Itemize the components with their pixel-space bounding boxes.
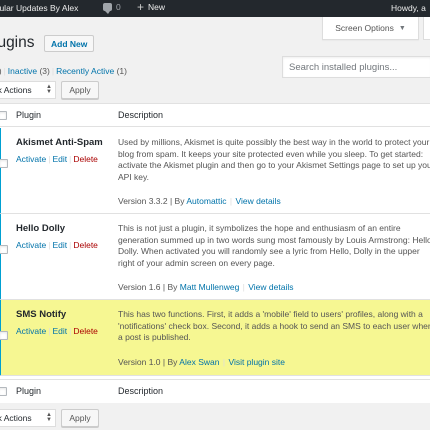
delete-link[interactable]: Delete: [73, 326, 98, 336]
view-details-link[interactable]: View details: [236, 196, 281, 206]
table-row: Hello Dolly Activate | Edit | Delete This is…: [0, 214, 430, 300]
help-tab[interactable]: [423, 17, 430, 40]
plus-icon: +: [137, 0, 145, 14]
screen-options-button[interactable]: Screen Options ▼: [322, 17, 419, 40]
new-content-link[interactable]: + New: [137, 0, 166, 14]
table-footer: Plugin Description: [0, 379, 430, 402]
row-checkbox[interactable]: [0, 159, 8, 168]
all-count: 3): [0, 66, 2, 76]
column-plugin-footer: Plugin: [16, 386, 42, 396]
plugin-meta: Version 1.6 | By Matt Mullenweg | View d…: [118, 282, 294, 292]
apply-button-top[interactable]: Apply: [61, 81, 99, 99]
select-arrows-icon: ▲ ▼: [46, 412, 52, 423]
row-actions: Activate | Edit | Delete: [16, 240, 98, 250]
plugin-description: Used by millions, Akismet is quite possi…: [118, 137, 430, 182]
row-actions: Activate | Edit | Delete: [16, 326, 98, 336]
view-details-link[interactable]: View details: [248, 282, 293, 292]
comments-link[interactable]: 0: [103, 2, 121, 14]
plugin-name: Hello Dolly: [16, 223, 66, 234]
table-header: Plugin Description: [0, 104, 430, 127]
plugin-version: Version 1.0 | By: [118, 357, 178, 367]
plugin-status-filters: 3)|Inactive (3)|Recently Active (1): [0, 66, 127, 76]
bulk-actions-select-bottom[interactable]: ulk Actions ▲▼: [0, 409, 56, 427]
apply-button-bottom[interactable]: Apply: [61, 409, 99, 427]
new-label: New: [148, 2, 166, 12]
delete-link[interactable]: Delete: [73, 154, 98, 164]
admin-bar: egular Updates By Alex 0 + New Howdy, a: [0, 0, 430, 17]
site-name-link[interactable]: egular Updates By Alex: [0, 3, 78, 13]
recent-count: (1): [116, 66, 127, 76]
edit-link[interactable]: Edit: [52, 240, 67, 250]
select-arrows-icon: ▲ ▼: [46, 84, 52, 95]
edit-link[interactable]: Edit: [52, 154, 67, 164]
row-checkbox[interactable]: [0, 245, 8, 254]
page-title: lugins: [0, 34, 35, 51]
activate-link[interactable]: Activate: [16, 154, 46, 164]
delete-link[interactable]: Delete: [73, 240, 98, 250]
select-all-checkbox[interactable]: [0, 111, 7, 120]
select-all-checkbox-footer[interactable]: [0, 387, 7, 396]
author-link[interactable]: Automattic: [186, 196, 226, 206]
plugin-description: This is not just a plugin, it symbolizes…: [118, 223, 430, 268]
activate-link[interactable]: Activate: [16, 326, 46, 336]
plugin-version: Version 3.3.2 | By: [118, 196, 185, 206]
plugin-version: Version 1.6 | By: [118, 282, 178, 292]
search-plugins-input[interactable]: Search installed plugins...: [282, 56, 430, 78]
filter-recently-active-link[interactable]: Recently Active: [56, 66, 114, 76]
column-plugin-header: Plugin: [16, 110, 42, 120]
row-actions: Activate | Edit | Delete: [16, 154, 98, 164]
row-checkbox[interactable]: [0, 331, 8, 340]
plugin-description: This has two functions. First, it adds a…: [118, 309, 430, 342]
plugin-name: SMS Notify: [16, 309, 67, 320]
activate-link[interactable]: Activate: [16, 240, 46, 250]
add-new-button[interactable]: Add New: [44, 35, 95, 52]
column-description-footer: Description: [118, 386, 164, 396]
visit-plugin-site-link[interactable]: Visit plugin site: [228, 357, 285, 367]
comment-bubble-icon: [103, 3, 112, 14]
table-row: Akismet Anti-Spam Activate | Edit | Delete U…: [0, 128, 430, 214]
bulk-actions-select-top[interactable]: ulk Actions ▲▼: [0, 81, 56, 99]
column-description-header: Description: [118, 110, 164, 120]
plugin-meta: Version 3.3.2 | By Automattic | View det…: [118, 196, 281, 206]
plugins-table: Plugin Description Akismet Anti-Spam Act…: [0, 103, 430, 403]
inactive-count: (3): [39, 66, 50, 76]
table-row-highlighted: SMS Notify Activate | Edit | Delete This has…: [0, 300, 430, 376]
dropdown-arrow-icon: ▼: [398, 24, 406, 32]
author-link[interactable]: Alex Swan: [179, 357, 219, 367]
plugin-name: Akismet Anti-Spam: [16, 137, 103, 148]
filter-inactive-link[interactable]: Inactive: [8, 66, 37, 76]
bulk-actions-label: ulk Actions: [0, 413, 32, 423]
author-link[interactable]: Matt Mullenweg: [180, 282, 240, 292]
edit-link[interactable]: Edit: [52, 326, 67, 336]
screen-options-label: Screen Options: [335, 23, 394, 33]
bulk-actions-label: ulk Actions: [0, 85, 32, 95]
plugin-meta: Version 1.0 | By Alex Swan | Visit plugi…: [118, 357, 285, 367]
comments-count: 0: [116, 2, 121, 12]
account-menu[interactable]: Howdy, a: [391, 3, 426, 13]
